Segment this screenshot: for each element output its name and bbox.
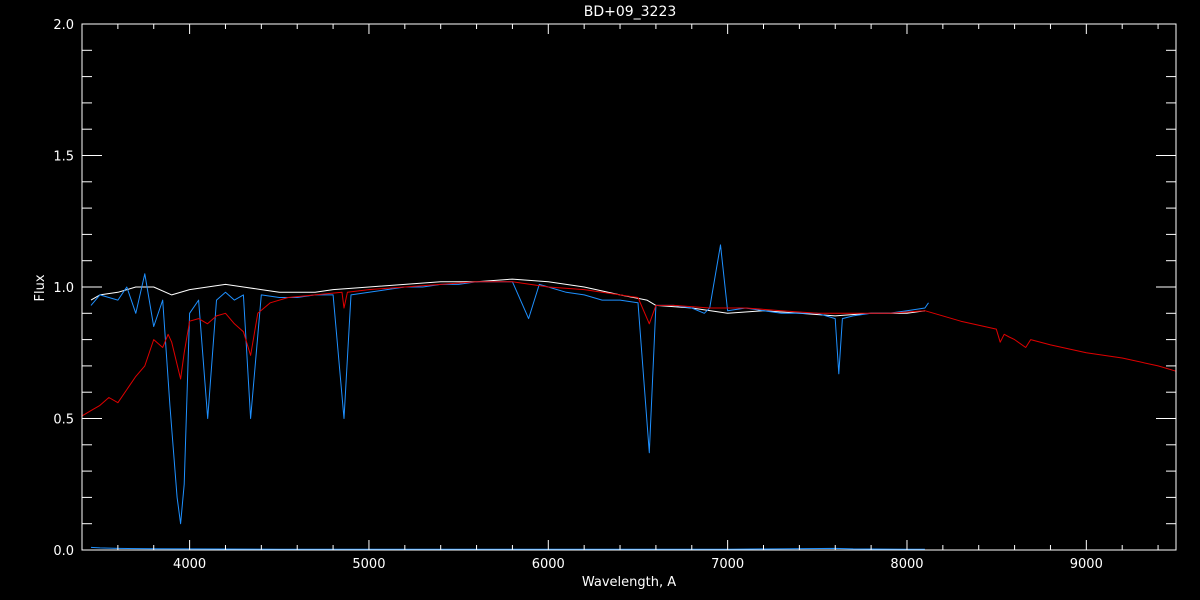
- x-tick-label: 7000: [711, 557, 744, 572]
- chart-title: BD+09_3223: [584, 4, 677, 20]
- x-tick-label: 6000: [532, 557, 565, 572]
- y-axis-title: Flux: [33, 274, 48, 301]
- y-tick-label: 1.5: [53, 150, 74, 165]
- y-tick-label: 0.0: [53, 544, 74, 559]
- x-tick-label: 5000: [352, 557, 385, 572]
- y-tick-label: 2.0: [53, 18, 74, 33]
- x-tick-label: 9000: [1070, 557, 1103, 572]
- x-axis-title: Wavelength, A: [582, 575, 676, 590]
- y-tick-label: 1.0: [53, 281, 74, 296]
- x-tick-label: 4000: [173, 557, 206, 572]
- x-tick-label: 8000: [890, 557, 923, 572]
- y-tick-label: 0.5: [53, 413, 74, 428]
- spectrum-chart: BD+09_3223 4000 5000 6000 7000 8000 9000 0.0 0.…: [0, 0, 1200, 600]
